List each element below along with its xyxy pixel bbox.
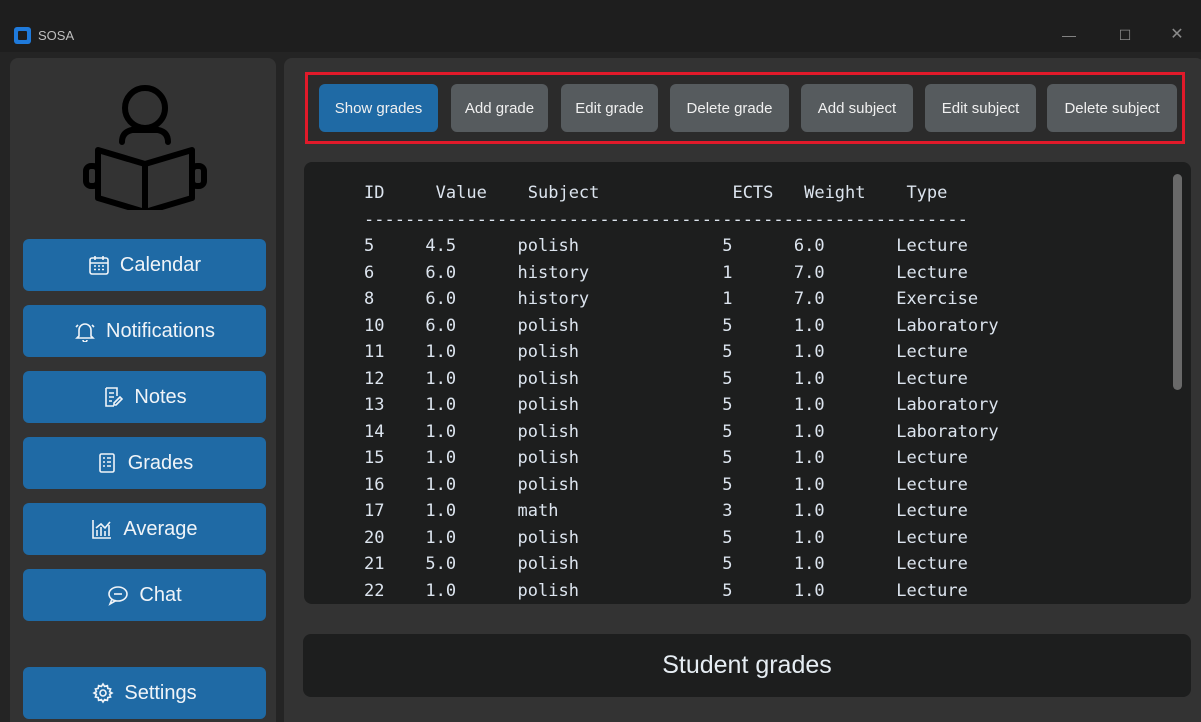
app-icon	[14, 27, 31, 44]
chart-icon	[92, 520, 112, 539]
calendar-icon	[89, 256, 109, 275]
window-title: SOSA	[38, 28, 75, 43]
sidebar-item-chat[interactable]: Chat	[23, 569, 266, 621]
sidebar-item-calendar[interactable]: Calendar	[23, 239, 266, 291]
sidebar-item-average[interactable]: Average	[23, 503, 266, 555]
add-grade-button[interactable]: Add grade	[451, 84, 548, 132]
sidebar-item-label: Grades	[127, 451, 194, 474]
notes-icon	[105, 387, 124, 407]
sidebar-item-grades[interactable]: Grades	[23, 437, 266, 489]
grades-icon	[98, 453, 115, 473]
sidebar-item-notifications[interactable]: Notifications	[23, 305, 266, 357]
delete-subject-button[interactable]: Delete subject	[1047, 84, 1177, 132]
close-button[interactable]: ✕	[1162, 22, 1192, 48]
student-reading-icon	[83, 85, 207, 210]
edit-subject-button[interactable]: Edit subject	[925, 84, 1036, 132]
grades-table-text: ID Value Subject ECTS Weight Type ------…	[364, 183, 999, 601]
scrollbar-thumb[interactable]	[1173, 174, 1182, 390]
show-grades-button[interactable]: Show grades	[319, 84, 438, 132]
sidebar-item-label: Chat	[139, 583, 182, 606]
edit-grade-button[interactable]: Edit grade	[561, 84, 658, 132]
gear-icon	[92, 682, 114, 704]
chat-icon	[108, 586, 129, 606]
title-bar: SOSA — ☐ ✕	[0, 0, 1201, 52]
maximize-button[interactable]: ☐	[1110, 22, 1140, 48]
minimize-button[interactable]: —	[1054, 22, 1084, 48]
sidebar-item-settings[interactable]: Settings	[23, 667, 266, 719]
grades-toolbar: Show grades Add grade Edit grade Delete …	[305, 72, 1185, 144]
delete-grade-button[interactable]: Delete grade	[670, 84, 789, 132]
grades-scrollbar[interactable]	[1173, 174, 1183, 594]
page-title: Student grades	[303, 634, 1191, 697]
grades-textbox[interactable]: ID Value Subject ECTS Weight Type ------…	[304, 162, 1191, 604]
add-subject-button[interactable]: Add subject	[801, 84, 913, 132]
sidebar-item-label: Notes	[134, 385, 187, 408]
sidebar-item-notes[interactable]: Notes	[23, 371, 266, 423]
sidebar-item-label: Calendar	[119, 253, 202, 276]
sidebar: Calendar Notifications Notes Grades Aver…	[10, 58, 276, 722]
sidebar-item-label: Settings	[124, 681, 197, 704]
sidebar-item-label: Notifications	[106, 319, 215, 342]
sidebar-item-label: Average	[123, 517, 198, 540]
bell-icon	[75, 323, 95, 342]
